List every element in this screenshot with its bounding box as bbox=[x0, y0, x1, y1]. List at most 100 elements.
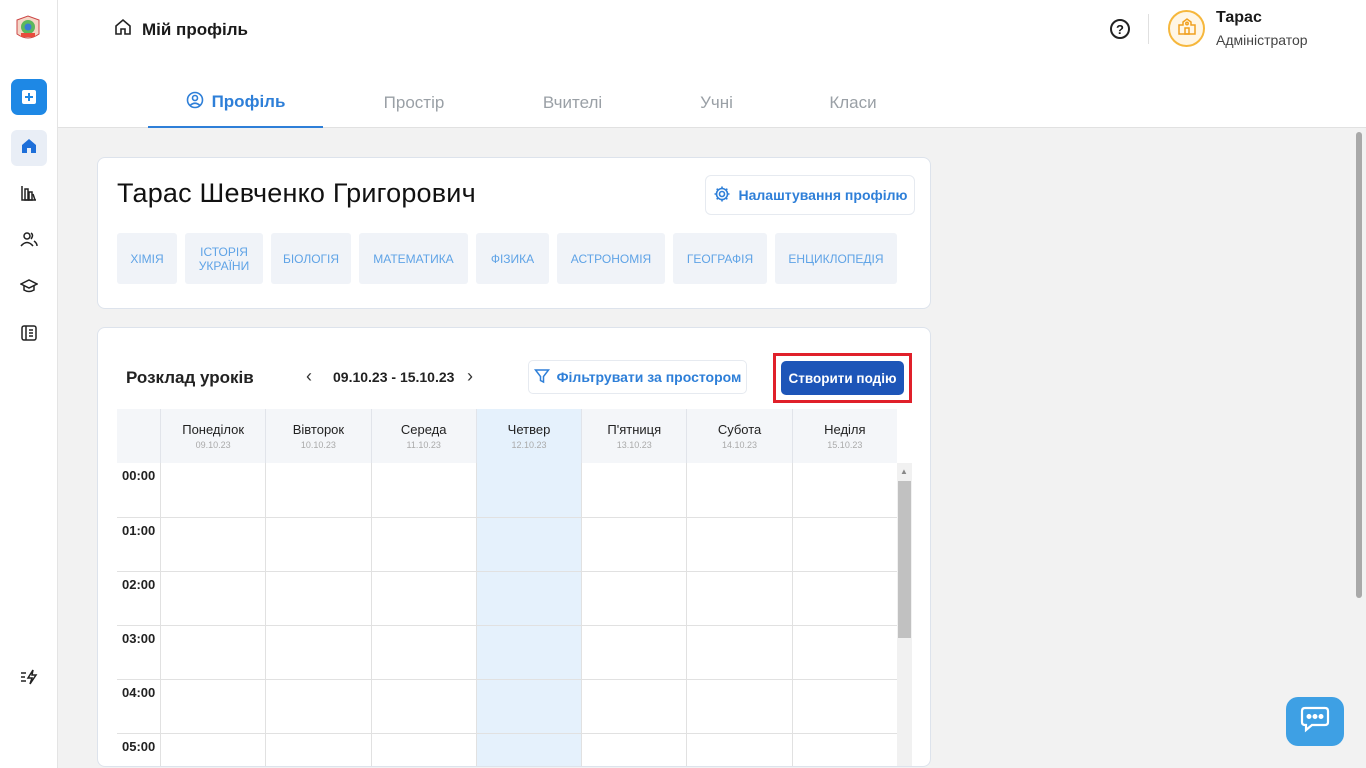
page-scrollbar[interactable] bbox=[1352, 128, 1366, 768]
filter-by-space-button[interactable]: Фільтрувати за простором bbox=[528, 360, 747, 394]
calendar-cell[interactable] bbox=[265, 734, 370, 766]
sidebar-item-stats[interactable] bbox=[11, 177, 47, 213]
hour-label: 03:00 bbox=[122, 631, 156, 646]
day-header-tuesday: Вівторок 10.10.23 bbox=[265, 409, 370, 463]
tab-label: Класи bbox=[829, 93, 877, 112]
home-outline-icon bbox=[114, 18, 132, 41]
calendar-cell[interactable] bbox=[160, 572, 265, 625]
day-header-sunday: Неділя 15.10.23 bbox=[791, 409, 897, 463]
subject-tag[interactable]: БІОЛОГІЯ bbox=[271, 233, 351, 284]
avatar[interactable] bbox=[1168, 10, 1205, 47]
calendar-cell[interactable] bbox=[265, 626, 370, 679]
profile-settings-button[interactable]: Налаштування профілю bbox=[705, 175, 915, 215]
calendar-cell[interactable] bbox=[160, 734, 265, 766]
calendar-cell[interactable] bbox=[686, 734, 791, 766]
calendar-cell[interactable] bbox=[475, 572, 582, 625]
calendar-cell[interactable] bbox=[791, 626, 897, 679]
subject-tag[interactable]: ГЕОГРАФІЯ bbox=[673, 233, 767, 284]
hour-label: 01:00 bbox=[122, 523, 156, 538]
calendar-cell[interactable] bbox=[581, 518, 686, 571]
calendar-cell[interactable] bbox=[475, 734, 582, 766]
calendar-cell[interactable] bbox=[265, 463, 370, 517]
scrollbar-thumb[interactable] bbox=[898, 481, 911, 638]
subject-tag[interactable]: АСТРОНОМІЯ bbox=[557, 233, 665, 284]
sidebar-item-journal[interactable] bbox=[11, 317, 47, 353]
tab-students[interactable]: Учні bbox=[640, 78, 793, 128]
calendar-cell[interactable] bbox=[581, 680, 686, 733]
calendar-cell[interactable] bbox=[160, 463, 265, 517]
calendar-cell[interactable] bbox=[370, 626, 476, 679]
calendar-cell[interactable] bbox=[686, 680, 791, 733]
user-role: Адміністратор bbox=[1216, 32, 1308, 48]
chat-button[interactable] bbox=[1286, 697, 1344, 746]
calendar-cell[interactable] bbox=[475, 626, 582, 679]
sidebar-item-classes[interactable] bbox=[11, 270, 47, 306]
sidebar-item-users[interactable] bbox=[11, 223, 47, 259]
scroll-up-arrow[interactable]: ▲ bbox=[900, 467, 908, 476]
day-date: 12.10.23 bbox=[511, 440, 547, 450]
tab-classes[interactable]: Класи bbox=[793, 78, 913, 128]
calendar-cell[interactable] bbox=[160, 626, 265, 679]
profile-card: Тарас Шевченко Григорович Налаштування п… bbox=[97, 157, 931, 309]
time-column-header bbox=[117, 409, 160, 463]
breadcrumb[interactable]: Мій профіль bbox=[114, 18, 248, 41]
day-name: Вівторок bbox=[292, 422, 345, 437]
subject-tag[interactable]: ФІЗИКА bbox=[476, 233, 549, 284]
settings-label: Налаштування профілю bbox=[738, 187, 908, 203]
sidebar-item-home[interactable] bbox=[11, 130, 47, 166]
calendar-cell[interactable] bbox=[370, 680, 476, 733]
calendar-cell[interactable] bbox=[370, 518, 476, 571]
tab-space[interactable]: Простір bbox=[323, 78, 505, 128]
calendar-cell[interactable] bbox=[370, 572, 476, 625]
calendar-cell[interactable] bbox=[581, 463, 686, 517]
next-week-button[interactable]: › bbox=[467, 366, 473, 387]
calendar-scrollbar[interactable]: ▲ bbox=[897, 463, 912, 766]
hour-row: 01:00 bbox=[117, 517, 897, 571]
calendar-cell[interactable] bbox=[686, 626, 791, 679]
calendar-cell[interactable] bbox=[370, 463, 476, 517]
sidebar-item-add[interactable] bbox=[11, 79, 47, 115]
subject-tag[interactable]: МАТЕМАТИКА bbox=[359, 233, 468, 284]
calendar-cell[interactable] bbox=[265, 680, 370, 733]
calendar-cell[interactable] bbox=[160, 680, 265, 733]
app-logo[interactable] bbox=[14, 12, 42, 42]
tab-teachers[interactable]: Вчителі bbox=[505, 78, 640, 128]
tab-bar: Профіль Простір Вчителі Учні Класи bbox=[148, 78, 913, 128]
user-circle-icon bbox=[186, 91, 204, 114]
subject-tag[interactable]: ІСТОРІЯ УКРАЇНИ bbox=[185, 233, 263, 284]
date-range: 09.10.23 - 15.10.23 bbox=[333, 369, 455, 385]
calendar-cell[interactable] bbox=[370, 734, 476, 766]
calendar-cell[interactable] bbox=[475, 518, 582, 571]
scrollbar-thumb[interactable] bbox=[1356, 132, 1362, 598]
subject-tag[interactable]: ЕНЦИКЛОПЕДІЯ bbox=[775, 233, 897, 284]
calendar-cell[interactable] bbox=[265, 572, 370, 625]
sidebar-item-quick[interactable] bbox=[11, 661, 47, 697]
day-date: 14.10.23 bbox=[722, 440, 758, 450]
calendar-cell[interactable] bbox=[160, 518, 265, 571]
calendar-cell[interactable] bbox=[791, 734, 897, 766]
calendar-cell[interactable] bbox=[475, 463, 582, 517]
calendar-cell[interactable] bbox=[581, 626, 686, 679]
day-date: 09.10.23 bbox=[195, 440, 231, 450]
calendar-cell[interactable] bbox=[686, 572, 791, 625]
tab-profile[interactable]: Профіль bbox=[148, 78, 323, 128]
filter-icon bbox=[533, 368, 550, 387]
calendar-cell[interactable] bbox=[791, 572, 897, 625]
prev-week-button[interactable]: ‹ bbox=[306, 366, 312, 387]
calendar-cell[interactable] bbox=[791, 518, 897, 571]
hour-row: 04:00 bbox=[117, 679, 897, 733]
calendar-cell[interactable] bbox=[791, 680, 897, 733]
calendar-cell[interactable] bbox=[581, 734, 686, 766]
calendar-cell[interactable] bbox=[581, 572, 686, 625]
create-event-button[interactable]: Створити подію bbox=[781, 361, 904, 395]
calendar-cell[interactable] bbox=[265, 518, 370, 571]
filter-label: Фільтрувати за простором bbox=[556, 369, 742, 385]
help-icon[interactable]: ? bbox=[1110, 19, 1130, 39]
calendar-cell[interactable] bbox=[686, 518, 791, 571]
calendar-cell[interactable] bbox=[475, 680, 582, 733]
subject-tag[interactable]: ХІМІЯ bbox=[117, 233, 177, 284]
calendar-cell[interactable] bbox=[686, 463, 791, 517]
hour-row: 05:00 bbox=[117, 733, 897, 766]
calendar-grid: 00:00 01:00 02:00 03:00 04:00 05:00 bbox=[117, 463, 897, 766]
calendar-cell[interactable] bbox=[791, 463, 897, 517]
